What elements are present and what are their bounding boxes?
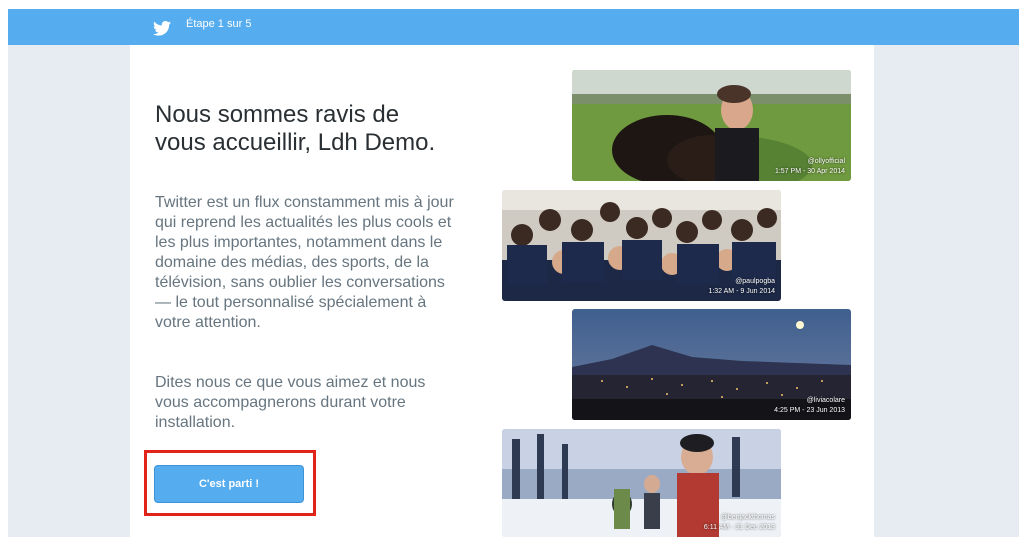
photo-handle: @ollyofficial bbox=[807, 158, 845, 165]
photo-timestamp: 6:11 AM - 31 Dec 2013 bbox=[703, 524, 775, 531]
photo-timestamp: 1:57 PM - 30 Apr 2014 bbox=[774, 168, 845, 175]
photo-tweet-3: @liviacolare 4:25 PM - 23 Jun 2013 bbox=[572, 309, 851, 420]
onboarding-frame: Étape 1 sur 5 Nous sommes ravis de vous … bbox=[8, 9, 1019, 537]
start-button[interactable]: C'est parti ! bbox=[154, 465, 304, 503]
step-indicator: Étape 1 sur 5 bbox=[186, 18, 252, 30]
photo-timestamp: 4:25 PM - 23 Jun 2013 bbox=[774, 407, 845, 414]
photo-tweet-4: @benjackthomas 6:11 AM - 31 Dec 2013 bbox=[502, 429, 781, 537]
welcome-title: Nous sommes ravis de vous accueillir, Ld… bbox=[155, 101, 436, 156]
photo-handle: @benjackthomas bbox=[720, 514, 775, 521]
twitter-bird-icon bbox=[153, 21, 171, 36]
intro-paragraph: Twitter est un flux constamment mis à jo… bbox=[155, 194, 454, 331]
photo-handle: @liviacolare bbox=[806, 397, 845, 404]
photo-tweet-2: @paulpogba 1:32 AM - 9 Jun 2014 bbox=[502, 190, 781, 301]
welcome-card: Nous sommes ravis de vous accueillir, Ld… bbox=[130, 45, 874, 537]
photo-handle: @paulpogba bbox=[735, 278, 775, 285]
photo-tweet-1: @ollyofficial 1:57 PM - 30 Apr 2014 bbox=[572, 70, 851, 181]
top-bar: Étape 1 sur 5 bbox=[8, 9, 1019, 45]
setup-paragraph: Dites nous ce que vous aimez et nous vou… bbox=[155, 374, 426, 431]
photo-timestamp: 1:32 AM - 9 Jun 2014 bbox=[708, 288, 775, 295]
